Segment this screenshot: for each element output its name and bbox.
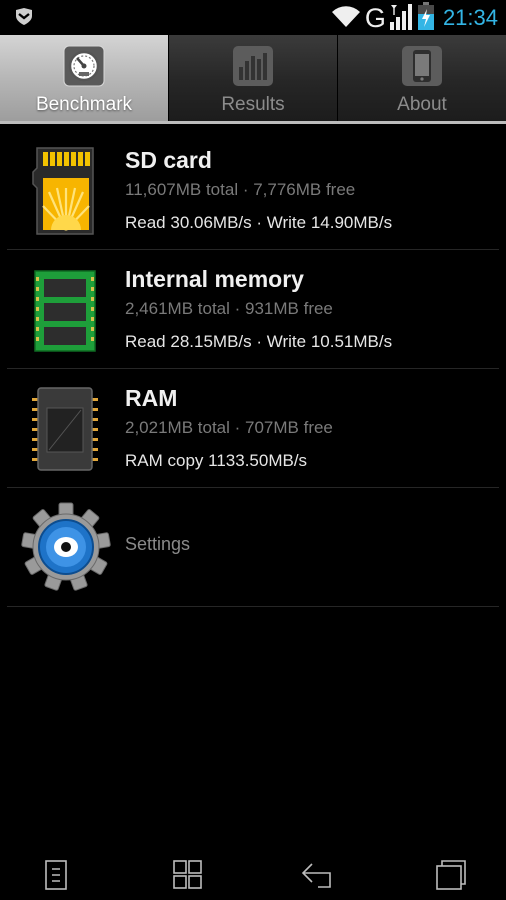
item-speed: Read 28.15MB/s · Write 10.51MB/s bbox=[125, 332, 393, 351]
gear-icon bbox=[21, 502, 111, 592]
tab-results[interactable]: Results bbox=[169, 35, 338, 121]
recent-apps-icon[interactable] bbox=[433, 858, 469, 892]
tab-about-label: About bbox=[397, 94, 447, 115]
menu-icon[interactable] bbox=[38, 858, 74, 892]
item-speed: Read 30.06MB/s · Write 14.90MB/s bbox=[125, 213, 393, 232]
network-type: G bbox=[364, 2, 386, 33]
tab-bar: Benchmark Results About bbox=[0, 35, 506, 124]
list-item-internal-memory[interactable]: Internal memory 2,461MB total · 931MB fr… bbox=[7, 250, 499, 369]
battery-charging-icon bbox=[417, 2, 435, 34]
memory-board-icon bbox=[29, 265, 101, 355]
phone-icon bbox=[401, 45, 443, 87]
item-title: Internal memory bbox=[125, 266, 304, 292]
signal-icon bbox=[389, 2, 413, 34]
benchmark-list: SD card 11,607MB total · 7,776MB free Re… bbox=[7, 131, 499, 607]
item-details: 2,021MB total · 707MB free bbox=[125, 418, 333, 437]
home-icon[interactable] bbox=[169, 858, 205, 892]
bar-chart-icon bbox=[232, 45, 274, 87]
item-title: RAM bbox=[125, 385, 178, 411]
tab-benchmark[interactable]: Benchmark bbox=[0, 35, 169, 121]
tab-about[interactable]: About bbox=[338, 35, 506, 121]
item-speed: RAM copy 1133.50MB/s bbox=[125, 451, 308, 470]
speedometer-icon bbox=[63, 45, 105, 87]
settings-label: Settings bbox=[125, 534, 191, 554]
back-icon[interactable] bbox=[300, 858, 336, 892]
sd-card-icon bbox=[29, 146, 101, 236]
status-bar: G 21:34 bbox=[0, 0, 506, 35]
notification-shield-icon bbox=[14, 8, 34, 30]
wifi-icon bbox=[331, 4, 361, 32]
list-item-sd-card[interactable]: SD card 11,607MB total · 7,776MB free Re… bbox=[7, 131, 499, 250]
tab-benchmark-label: Benchmark bbox=[35, 94, 133, 115]
ram-chip-icon bbox=[29, 384, 101, 474]
tab-results-label: Results bbox=[221, 94, 285, 115]
list-item-settings[interactable]: Settings bbox=[7, 488, 499, 607]
navigation-bar bbox=[0, 850, 506, 900]
clock: 21:34 bbox=[442, 5, 498, 30]
item-details: 11,607MB total · 7,776MB free bbox=[125, 180, 356, 199]
item-details: 2,461MB total · 931MB free bbox=[125, 299, 333, 318]
item-title: SD card bbox=[125, 147, 212, 173]
list-item-ram[interactable]: RAM 2,021MB total · 707MB free RAM copy … bbox=[7, 369, 499, 488]
